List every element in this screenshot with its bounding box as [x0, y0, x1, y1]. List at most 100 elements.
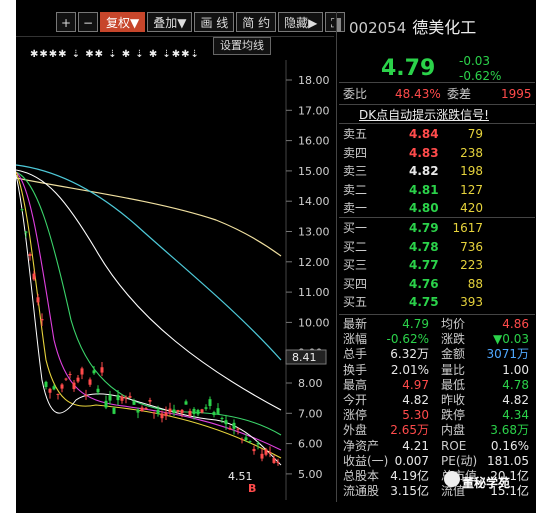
stock-header: 002054 德美化工 — [349, 14, 476, 38]
bid-label: 买四 — [343, 276, 368, 291]
stat-value: 4.97 — [402, 377, 429, 392]
candlesticks — [20, 208, 280, 466]
right-margin — [536, 0, 550, 513]
y-tick-label: 17.00 — [298, 104, 330, 117]
bid-label: 买二 — [343, 239, 368, 254]
candle-body — [68, 373, 72, 375]
ask-row[interactable]: 卖二 4.81 127 — [343, 182, 533, 198]
ask-row[interactable]: 卖四 4.83 238 — [343, 145, 533, 161]
y-tick-label: 13.00 — [298, 226, 330, 239]
candle-body — [236, 428, 240, 430]
stat-value: 3.15亿 — [390, 484, 429, 499]
stat-label: 今开 — [343, 393, 368, 407]
stat-value: 4.21 — [402, 438, 429, 453]
y-tick-label: 7.00 — [298, 407, 323, 420]
candle-body — [32, 273, 36, 280]
stat-label: 总股本 — [343, 469, 380, 483]
set-ma-button[interactable]: 设置均线 — [213, 37, 271, 55]
wechat-icon — [444, 471, 460, 487]
candle-body — [152, 412, 156, 414]
stat-label: 内盘 — [441, 423, 466, 438]
stat-value: 0.007 — [394, 453, 429, 468]
y-tick-label: 12.00 — [298, 256, 330, 269]
candle-body — [184, 401, 188, 405]
bid-row[interactable]: 买五 4.75 393 — [343, 294, 533, 310]
price-tag: 8.41 — [292, 351, 317, 364]
ask-row[interactable]: 卖三 4.82 198 — [343, 163, 533, 179]
divider — [339, 123, 535, 124]
candle-body — [228, 428, 232, 430]
weibi-row: 委比 48.43% 委差 1995 — [343, 86, 533, 102]
y-tick-label: 14.00 — [298, 195, 330, 208]
candle-body — [252, 448, 256, 452]
ask-volume: 79 — [467, 127, 483, 141]
kline-chart[interactable]: 18.00 17.00 16.00 15.00 14.00 13.00 12.00 11.00… — [16, 60, 334, 500]
ma120-line — [16, 164, 282, 361]
bid-volume: 1617 — [452, 221, 483, 235]
ask-row[interactable]: 卖一 4.80 420 — [343, 200, 533, 216]
stat-label: 跌停 — [441, 408, 466, 423]
stat-label: 涨跌 — [441, 332, 466, 347]
stat-value: 3071万 — [486, 347, 529, 362]
stat-label: 涨幅 — [343, 332, 368, 347]
candle-body — [36, 297, 40, 303]
zoom-out-button[interactable]: − — [78, 12, 98, 32]
candle-body — [92, 370, 96, 374]
candle-body — [240, 439, 244, 441]
fuquan-dropdown[interactable]: 复权▼ — [100, 12, 146, 32]
price-change: -0.03 -0.62% — [459, 54, 501, 84]
candle-body — [224, 420, 228, 425]
stat-label: 昨收 — [441, 393, 466, 407]
overlay-dropdown[interactable]: 叠加▼ — [147, 12, 193, 32]
stat-label: 最低 — [441, 377, 466, 392]
candle-body — [148, 400, 152, 402]
stat-value: 4.78 — [502, 377, 529, 392]
candle-body — [128, 396, 132, 398]
ask-label: 卖四 — [343, 145, 368, 160]
candle-body — [188, 410, 192, 416]
ask-label: 卖一 — [343, 201, 368, 215]
zoom-in-button[interactable]: + — [56, 12, 76, 32]
stat-row: 最高 4.97 最低 4.78 — [343, 377, 533, 393]
stat-row: 最新 4.79 均价 4.86 — [343, 316, 533, 332]
watermark: 董秘学苑 — [462, 476, 511, 490]
bid-row[interactable]: 买一 4.79 1617 — [343, 220, 533, 236]
signal-markers: ✱✱✱✱ ⇣ ✱✱ ⇣ ✱ ⇣ ✱ ⇣✱✱⇣ — [30, 49, 200, 60]
stat-value: 0.16% — [490, 438, 529, 453]
weibi-label: 委比 — [343, 87, 368, 101]
candle-body — [220, 417, 224, 419]
candle-body — [208, 399, 212, 407]
bid-label: 买三 — [343, 258, 368, 272]
dk-signal-link[interactable]: DK点自动提示涨跌信号! — [359, 106, 489, 123]
stat-value: 4.82 — [402, 393, 429, 407]
stat-value: 4.19亿 — [390, 469, 429, 483]
candle-body — [104, 400, 108, 408]
bid-row[interactable]: 买三 4.77 223 — [343, 257, 533, 273]
draw-line-button[interactable]: 画 线 — [194, 12, 235, 32]
candle-body — [52, 386, 56, 390]
ask-label: 卖五 — [343, 127, 368, 141]
weibi-value: 48.43% — [395, 87, 441, 101]
bid-row[interactable]: 买四 4.76 88 — [343, 276, 533, 292]
stat-value: 6.32万 — [390, 347, 429, 362]
hide-panel-button[interactable]: 隐藏▶ — [278, 12, 324, 32]
candle-body — [124, 397, 128, 399]
simple-mode-button[interactable]: 简 约 — [236, 12, 277, 32]
ask-row[interactable]: 卖五 4.84 79 — [343, 126, 533, 142]
bid-row[interactable]: 买二 4.78 736 — [343, 239, 533, 255]
stat-label: 涨停 — [343, 408, 368, 423]
stat-label: 净资产 — [343, 438, 380, 453]
candle-body — [168, 408, 172, 413]
bid-volume: 223 — [460, 258, 483, 272]
candle-body — [204, 407, 208, 409]
y-axis: 18.00 17.00 16.00 15.00 14.00 13.00 12.00 11.00… — [286, 74, 330, 481]
candle-body — [88, 379, 92, 385]
stat-value: 1.00 — [502, 362, 529, 377]
stat-value: -0.62% — [386, 332, 429, 347]
stat-value: 2.65万 — [390, 423, 429, 438]
ask-price: 4.80 — [409, 201, 439, 215]
stat-row: 今开 4.82 昨收 4.82 — [343, 392, 533, 408]
candle-body — [60, 384, 64, 389]
ask-volume: 127 — [460, 182, 483, 197]
candle-body — [20, 209, 24, 211]
